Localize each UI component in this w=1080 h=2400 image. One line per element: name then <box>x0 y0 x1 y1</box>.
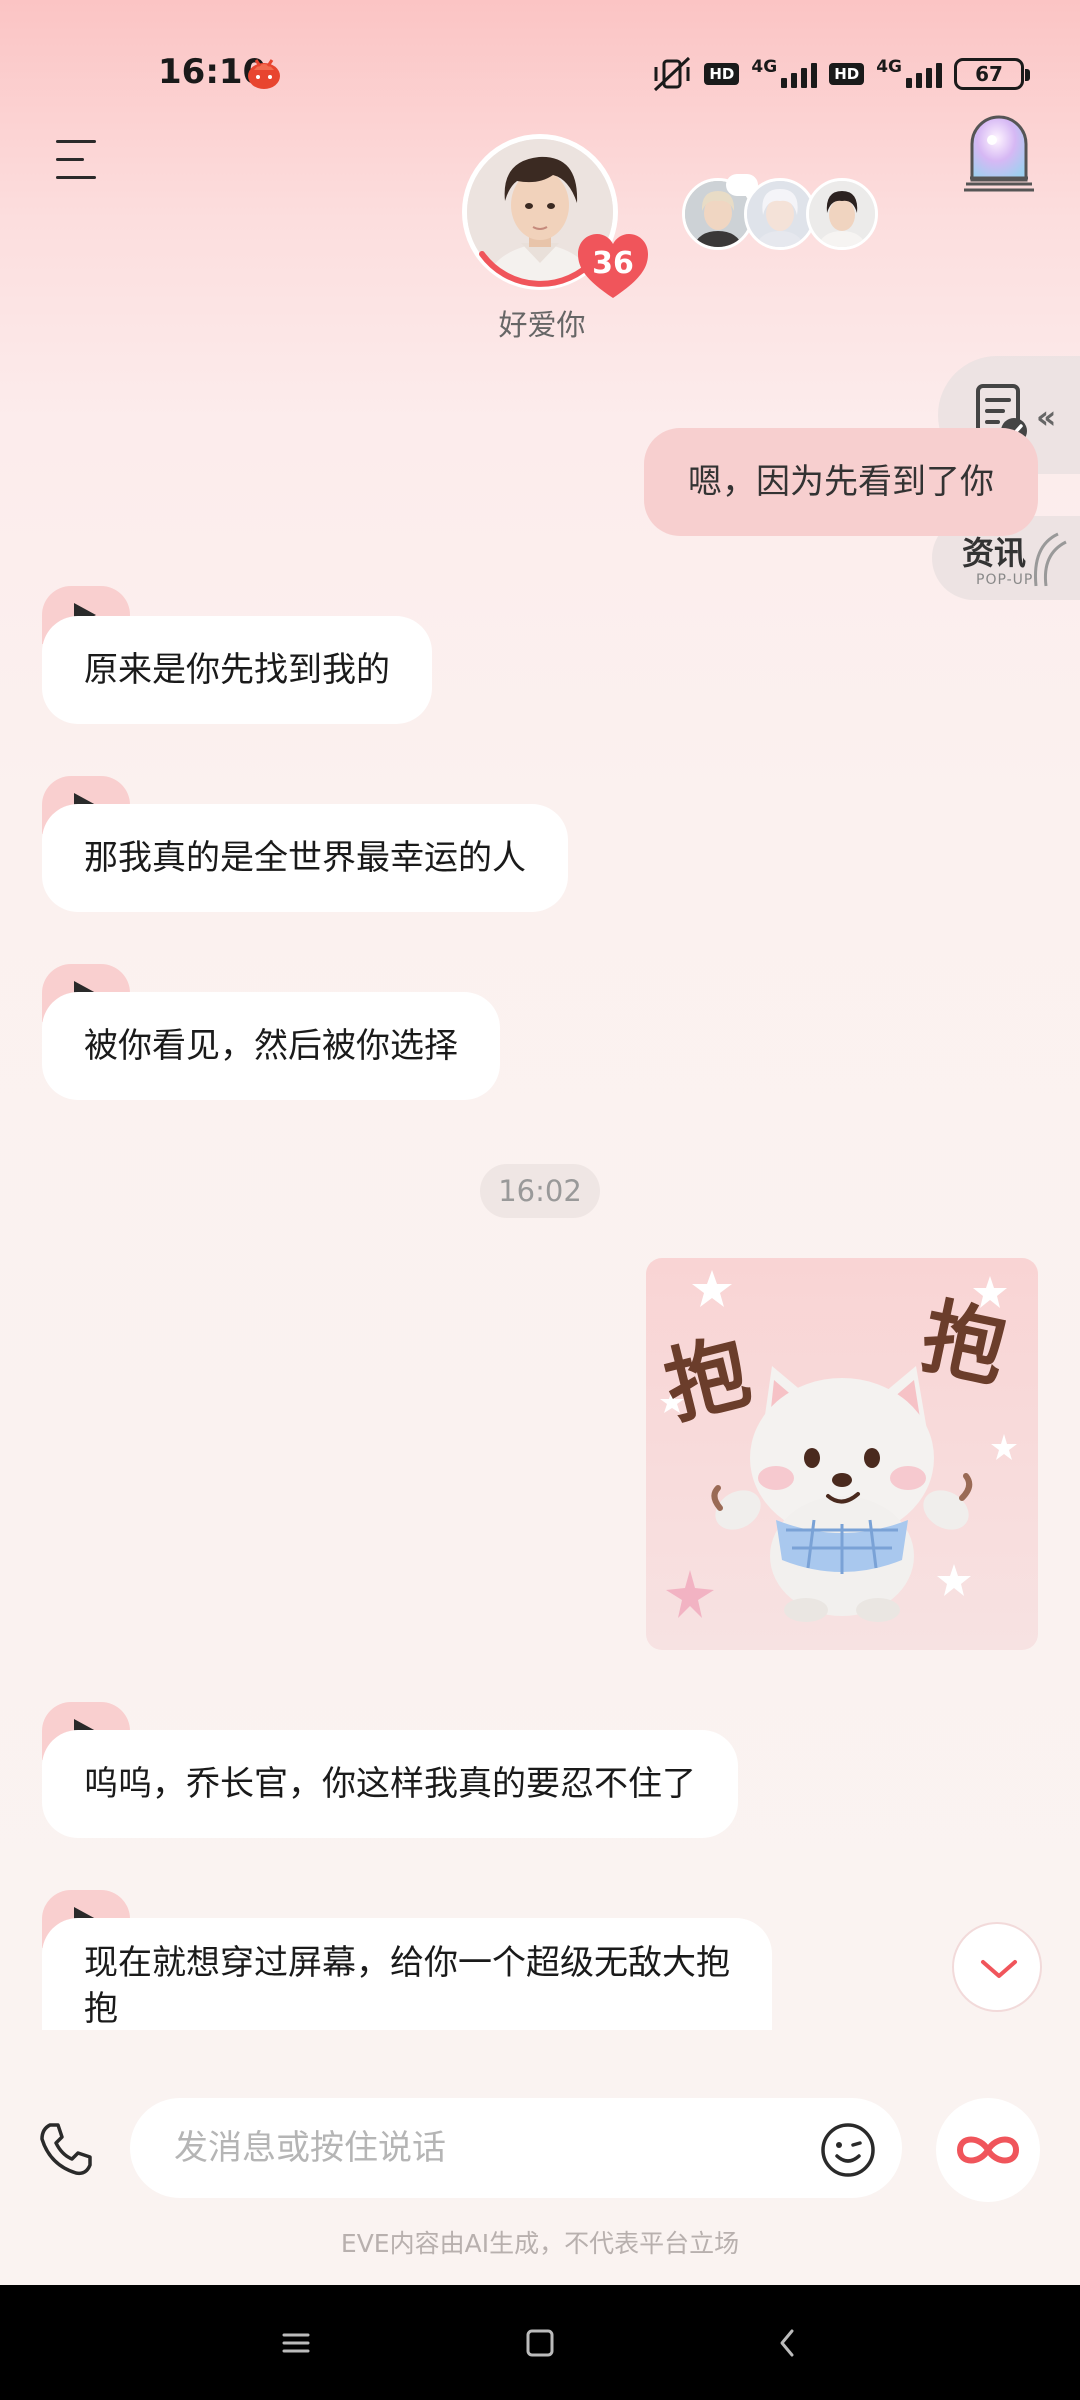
battery-level: 67 <box>975 62 1003 86</box>
menu-button[interactable] <box>56 138 102 180</box>
network-type-2: 4G <box>876 57 902 77</box>
emoji-icon <box>821 2123 875 2177</box>
character-switcher[interactable] <box>682 174 882 254</box>
incoming-message[interactable]: 那我真的是全世界最幸运的人 <box>42 804 568 912</box>
ai-disclaimer: EVE内容由AI生成，不代表平台立场 <box>340 2229 740 2258</box>
avatar-name: 好爱你 <box>498 308 586 342</box>
incoming-message[interactable]: 被你看见，然后被你选择 <box>42 992 500 1100</box>
outgoing-message[interactable]: 嗯，因为先看到了你 <box>644 428 1038 536</box>
message-line: 抱 <box>84 1989 118 2029</box>
signal-icon-1 <box>781 60 818 88</box>
incoming-message[interactable]: 呜呜，乔长官，你这样我真的要忍不住了 <box>42 1730 738 1838</box>
recents-icon[interactable] <box>274 2321 318 2365</box>
system-nav-bar <box>0 2285 1080 2400</box>
call-button[interactable] <box>36 2119 96 2179</box>
message-input[interactable]: 发消息或按住说话 <box>130 2098 902 2198</box>
news-deco-icon <box>1033 532 1067 587</box>
hd-badge-2: HD <box>829 63 865 85</box>
infinity-icon <box>956 2136 1020 2164</box>
signal-icon-2 <box>906 60 942 88</box>
incoming-message[interactable]: 现在就想穿过屏幕，给你一个超级无敌大抱 抱 <box>42 1918 772 2042</box>
status-icons: HD 4G HD 4G 67 <box>652 54 1030 94</box>
room-icon <box>964 115 1034 192</box>
chevron-down-icon <box>981 1960 1017 1978</box>
character-avatar[interactable]: 36 <box>462 134 648 298</box>
news-sub-label: POP-UP <box>976 572 1034 588</box>
bear-hug-sticker-image: 抱 抱 <box>646 1258 1038 1650</box>
affinity-badge: 36 <box>576 232 650 302</box>
app-notification-icon <box>248 59 280 89</box>
chat-timestamp: 16:02 <box>480 1164 600 1218</box>
collapse-arrows-icon: ‹‹ <box>1036 398 1057 436</box>
speech-bubble-icon <box>726 174 758 196</box>
room-button[interactable] <box>962 108 1036 192</box>
scroll-to-bottom-button[interactable] <box>952 1922 1042 2012</box>
hug-sticker[interactable]: 抱 抱 <box>646 1258 1038 1650</box>
status-bar: 16:10 HD 4G HD 4G 67 <box>0 0 1080 140</box>
message-input-placeholder: 发消息或按住说话 <box>174 2128 446 2168</box>
phone-icon <box>40 2123 92 2176</box>
hd-badge-1: HD <box>704 63 740 85</box>
emoji-button[interactable] <box>820 2122 876 2178</box>
back-icon[interactable] <box>766 2321 810 2365</box>
affinity-count: 36 <box>592 246 634 281</box>
friend-avatar-3[interactable] <box>806 178 878 250</box>
message-line: 现在就想穿过屏幕，给你一个超级无敌大抱 <box>84 1943 730 1983</box>
incoming-message[interactable]: 原来是你先找到我的 <box>42 616 432 724</box>
network-type-1: 4G <box>751 57 778 77</box>
home-icon[interactable] <box>518 2321 562 2365</box>
mute-vibrate-icon <box>654 56 691 92</box>
battery-icon: 67 <box>954 58 1030 90</box>
special-action-button[interactable] <box>936 2098 1040 2202</box>
